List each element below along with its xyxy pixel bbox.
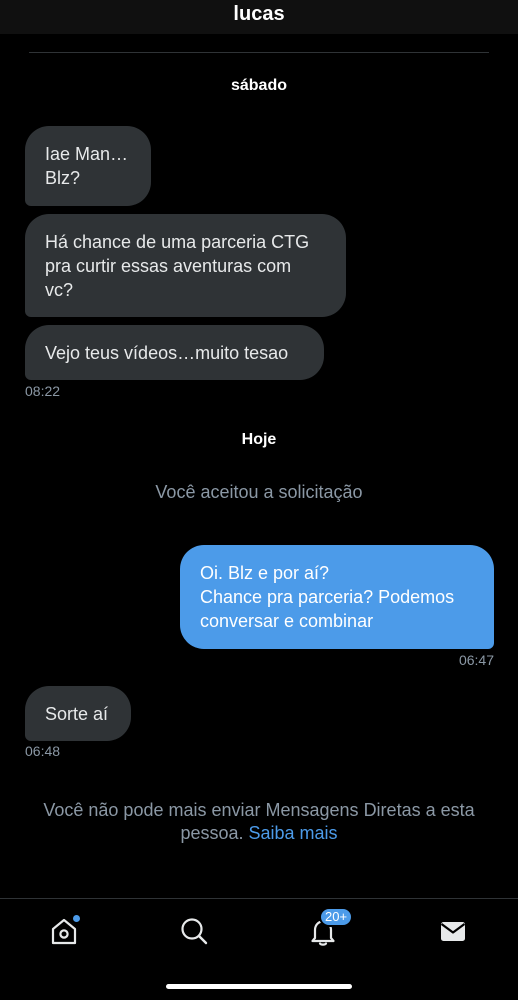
- message-bubble-incoming[interactable]: Iae Man… Blz?: [25, 126, 151, 206]
- message-bubble-incoming[interactable]: Sorte aí: [25, 686, 131, 741]
- request-accepted-notice: Você aceitou a solicitação: [155, 482, 363, 502]
- nav-notifications[interactable]: 20+: [305, 907, 354, 949]
- home-unread-dot: [73, 915, 80, 922]
- day-separator-today: Hoje: [241, 431, 277, 448]
- search-icon: [181, 918, 208, 945]
- home-indicator[interactable]: [166, 984, 352, 989]
- conversation-header: lucas: [0, 0, 518, 34]
- nav-messages[interactable]: [435, 913, 471, 949]
- nav-home[interactable]: [46, 913, 82, 949]
- nav-search[interactable]: [176, 913, 212, 949]
- envelope-icon: [440, 922, 466, 941]
- message-timestamp: 06:48: [25, 743, 61, 759]
- notifications-count-badge: 20+: [319, 907, 354, 927]
- learn-more-link[interactable]: Saiba mais: [249, 823, 338, 843]
- header-divider: [29, 52, 489, 53]
- dm-unavailable-notice: Você não pode mais enviar Mensagens Dire…: [20, 799, 498, 845]
- conversation-title[interactable]: lucas: [233, 0, 284, 28]
- message-bubble-outgoing[interactable]: Oi. Blz e por aí? Chance pra parceria? P…: [180, 545, 494, 649]
- day-separator-saturday: sábado: [230, 77, 287, 94]
- message-timestamp: 06:47: [458, 652, 494, 668]
- message-timestamp: 08:22: [25, 383, 61, 399]
- message-bubble-incoming[interactable]: Há chance de uma parceria CTG pra curtir…: [25, 214, 346, 317]
- message-bubble-incoming[interactable]: Vejo teus vídeos…muito tesao: [25, 325, 324, 380]
- dm-screen: lucas sábado Iae Man… Blz? Há chance de …: [0, 0, 518, 1000]
